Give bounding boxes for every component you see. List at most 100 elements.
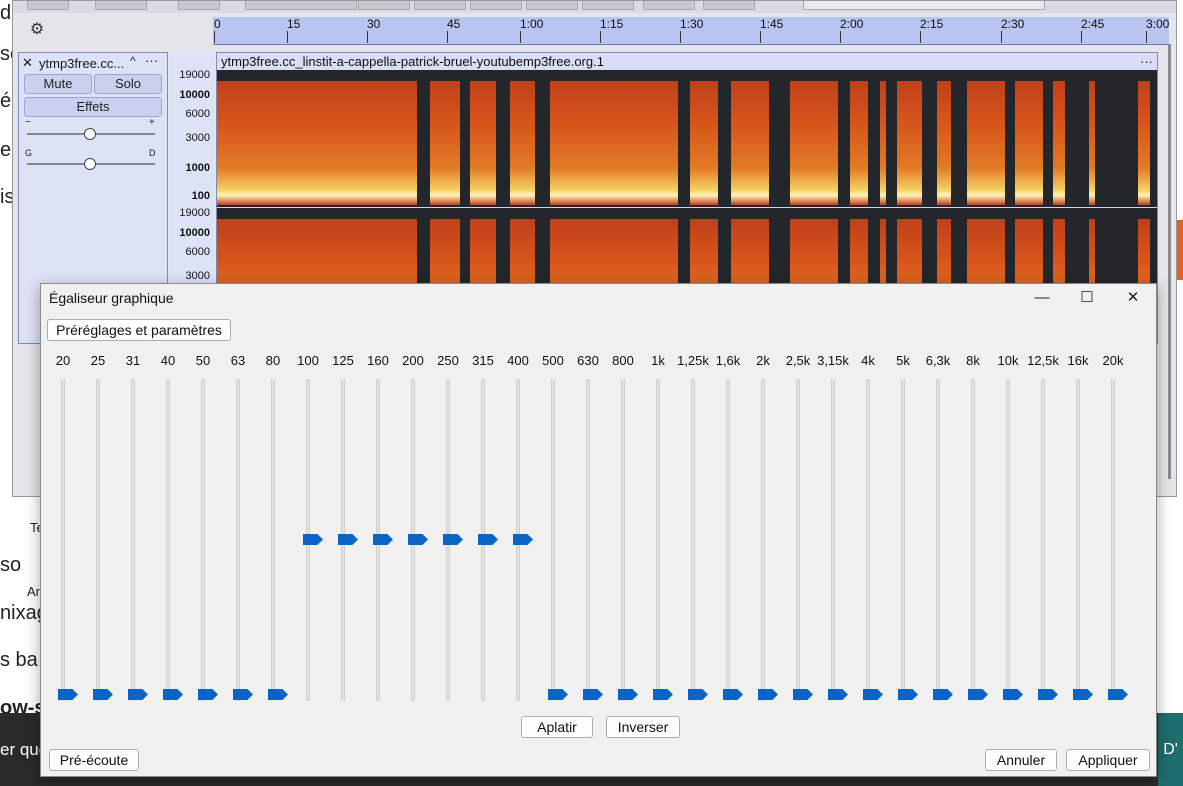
timeline-ruler[interactable]: 0 15 30 45 1:00 1:15 1:30 1:45 2:00 2:15… [213,17,1169,45]
toolbar-button[interactable] [703,1,755,10]
ruler-tick: 2:00 [840,17,864,43]
toolbar-button[interactable] [582,1,634,10]
band-slider-thumb[interactable] [198,689,218,700]
toolbar-button[interactable] [95,1,147,10]
band-slider-track[interactable] [201,379,205,701]
band-slider-track[interactable] [831,379,835,701]
band-slider-track[interactable] [761,379,765,701]
band-slider-thumb[interactable] [933,689,953,700]
ruler-tick: 30 [367,17,381,43]
pan-slider-knob[interactable] [84,158,96,170]
invert-button[interactable]: Inverser [606,716,680,738]
apply-button[interactable]: Appliquer [1066,749,1150,771]
band-slider-track[interactable] [1006,379,1010,701]
preview-button[interactable]: Pré-écoute [49,749,139,771]
gain-slider-knob[interactable] [84,128,96,140]
band-slider-thumb[interactable] [653,689,673,700]
band-label: 80 [265,353,281,368]
band-slider-thumb[interactable] [618,689,638,700]
band-slider-track[interactable] [796,379,800,701]
toolbar-button[interactable] [414,1,466,10]
band-slider-track[interactable] [1076,379,1080,701]
band-slider-thumb[interactable] [478,534,498,545]
mute-button[interactable]: Mute [24,74,92,94]
solo-button[interactable]: Solo [94,74,162,94]
band-slider-thumb[interactable] [443,534,463,545]
band-slider-thumb[interactable] [408,534,428,545]
cancel-button[interactable]: Annuler [985,749,1057,771]
band-slider-thumb[interactable] [863,689,883,700]
band-slider-thumb[interactable] [1038,689,1058,700]
toolbar-button[interactable] [470,1,522,10]
effects-button[interactable]: Effets [24,97,162,117]
band-slider-track[interactable] [61,379,65,701]
close-icon[interactable]: ✕ [1118,288,1148,308]
minimize-icon[interactable]: — [1027,288,1057,308]
band-slider-track[interactable] [96,379,100,701]
band-slider-thumb[interactable] [1108,689,1128,700]
band-slider-thumb[interactable] [303,534,323,545]
band-label: 1k [651,353,665,368]
band-slider-thumb[interactable] [1003,689,1023,700]
band-slider-track[interactable] [166,379,170,701]
presets-button[interactable]: Préréglages et paramètres [47,319,231,341]
meter-toolbar[interactable] [803,1,1045,10]
band-slider-track[interactable] [621,379,625,701]
band-slider-thumb[interactable] [688,689,708,700]
vertical-scrollbar[interactable] [1168,44,1171,479]
toolbar-button[interactable] [526,1,578,10]
toolbar-button[interactable] [643,1,695,10]
band-slider-track[interactable] [131,379,135,701]
band-slider-track[interactable] [1111,379,1115,701]
maximize-icon[interactable]: ☐ [1072,288,1102,308]
flatten-button[interactable]: Aplatir [521,716,593,738]
band-slider-thumb[interactable] [58,689,78,700]
gear-icon[interactable]: ⚙ [27,20,47,40]
band-slider-track[interactable] [691,379,695,701]
band-slider-track[interactable] [586,379,590,701]
clip-title-bar[interactable]: ytmp3free.cc_linstit-a-cappella-patrick-… [217,53,1157,70]
band-slider-thumb[interactable] [1073,689,1093,700]
band-slider-track[interactable] [236,379,240,701]
band-label: 125 [332,353,354,368]
band-slider-thumb[interactable] [828,689,848,700]
band-slider-thumb[interactable] [163,689,183,700]
band-slider-thumb[interactable] [758,689,778,700]
band-slider-thumb[interactable] [968,689,988,700]
track-menu-icon[interactable]: ··· [145,53,158,68]
band-slider-track[interactable] [866,379,870,701]
collapse-track-icon[interactable]: ^ [130,54,136,68]
band-slider-thumb[interactable] [723,689,743,700]
band-slider-thumb[interactable] [898,689,918,700]
band-slider-thumb[interactable] [513,534,533,545]
band-slider-track[interactable] [901,379,905,701]
band-slider-thumb[interactable] [268,689,288,700]
band-label: 4k [861,353,875,368]
scale-label: 19000 [179,207,210,219]
toolbar-button[interactable] [245,1,357,10]
band-slider-thumb[interactable] [583,689,603,700]
bg-action-button[interactable]: D' [1158,713,1183,786]
band-slider-thumb[interactable] [128,689,148,700]
band-slider-thumb[interactable] [793,689,813,700]
band-slider-track[interactable] [936,379,940,701]
band-slider-track[interactable] [726,379,730,701]
toolbar-button[interactable] [27,1,69,10]
band-slider-track[interactable] [271,379,275,701]
band-slider-track[interactable] [551,379,555,701]
band-slider-thumb[interactable] [548,689,568,700]
band-slider-track[interactable] [656,379,660,701]
band-label: 315 [472,353,494,368]
band-slider-thumb[interactable] [373,534,393,545]
band-slider-thumb[interactable] [93,689,113,700]
pan-left-label: G [25,148,33,158]
band-slider-thumb[interactable] [338,534,358,545]
toolbar-button[interactable] [358,1,410,10]
band-slider-track[interactable] [1041,379,1045,701]
close-track-icon[interactable]: ✕ [22,55,33,71]
band-slider-thumb[interactable] [233,689,253,700]
clip-menu-icon[interactable]: ··· [1140,53,1153,70]
track-name[interactable]: ytmp3free.cc... [39,56,124,71]
band-slider-track[interactable] [971,379,975,701]
toolbar-button[interactable] [178,1,220,10]
